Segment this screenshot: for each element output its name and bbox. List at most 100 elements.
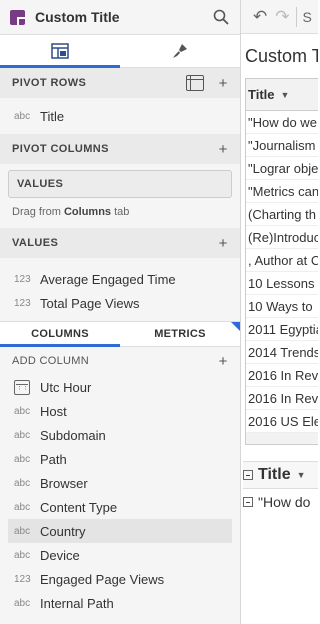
values-label: VALUES	[12, 237, 59, 249]
column-name: Path	[40, 451, 67, 467]
type-badge: abc	[14, 405, 31, 417]
table-row[interactable]: "How do we	[246, 111, 318, 134]
table-row[interactable]: 2016 In Rev	[246, 387, 318, 410]
column-name: Engaged Page Views	[40, 571, 165, 587]
column-name: Subdomain	[40, 427, 106, 443]
worksheet-title[interactable]: Custom T	[241, 34, 318, 78]
table-row[interactable]: , Author at C	[246, 249, 318, 272]
column-item-device[interactable]: abc Device	[0, 543, 240, 567]
column-name: Country	[40, 523, 86, 539]
panel-corner-marker	[231, 322, 240, 331]
column-name: Title	[40, 108, 65, 124]
table-row[interactable]: "Metrics can	[246, 180, 318, 203]
type-badge: 123	[14, 297, 31, 309]
pivot-table-icon[interactable]	[186, 75, 204, 91]
values-header: VALUES +	[0, 228, 240, 258]
table-row[interactable]: "Journalism	[246, 134, 318, 157]
workbook-logo-icon	[10, 9, 25, 25]
pivot-row-item-title[interactable]: abc Title	[0, 104, 240, 128]
columns-metrics-tabs: COLUMNS METRICS	[0, 321, 240, 347]
caret-down-icon[interactable]: ▼	[297, 470, 306, 480]
calendar-icon	[14, 379, 30, 395]
toolbar-divider	[295, 6, 297, 27]
panel-header: Custom Title	[0, 0, 240, 34]
type-badge: abc	[14, 597, 31, 609]
add-column-label: ADD COLUMN	[12, 355, 89, 367]
column-name: Device	[40, 547, 80, 563]
left-panel: Custom Title PIVOT ROWS + abc Title PIVO…	[0, 0, 241, 624]
pivot-row-label: "How do	[258, 494, 311, 510]
add-pivot-row-button[interactable]: +	[216, 75, 230, 92]
column-item-host[interactable]: abc Host	[0, 399, 240, 423]
column-item-internal-path[interactable]: abc Internal Path	[0, 591, 240, 615]
table-row[interactable]: 2014 Trends	[246, 341, 318, 364]
caret-down-icon[interactable]: ▼	[281, 90, 290, 100]
column-item-subdomain[interactable]: abc Subdomain	[0, 423, 240, 447]
tab-format[interactable]	[120, 35, 240, 67]
pivot-header[interactable]: Title ▼	[243, 461, 318, 489]
table-row[interactable]: "Lograr obje	[246, 157, 318, 180]
table-row[interactable]: 2011 Egyptia	[246, 318, 318, 341]
values-list: 123 Average Engaged Time 123 Total Page …	[0, 258, 240, 321]
table-row[interactable]: (Re)Introduc	[246, 226, 318, 249]
column-list: Utc Hour abc Host abc Subdomain abc Path…	[0, 375, 240, 615]
column-item-country[interactable]: abc Country	[8, 519, 232, 543]
type-badge: abc	[14, 429, 31, 441]
undo-icon[interactable]: ↶	[253, 7, 267, 27]
table-header-title[interactable]: Title ▼	[246, 79, 318, 111]
value-item-total-page-views[interactable]: 123 Total Page Views	[0, 291, 240, 315]
type-badge: abc	[14, 110, 31, 122]
pivot-header-label: Title	[258, 466, 291, 483]
type-badge: abc	[14, 501, 31, 513]
column-item-browser[interactable]: abc Browser	[0, 471, 240, 495]
column-name: Content Type	[40, 499, 118, 515]
type-badge: abc	[14, 477, 31, 489]
type-badge: abc	[14, 549, 31, 561]
tab-columns[interactable]: COLUMNS	[0, 322, 120, 347]
column-name: Internal Path	[40, 595, 114, 611]
search-icon[interactable]	[212, 8, 230, 26]
column-item-path[interactable]: abc Path	[0, 447, 240, 471]
page-title[interactable]: Custom Title	[35, 9, 212, 25]
paint-brush-icon	[173, 44, 187, 58]
type-badge: 123	[14, 573, 31, 585]
column-name: Browser	[40, 475, 88, 491]
table-row[interactable]: 10 Ways to	[246, 295, 318, 318]
tab-data[interactable]	[0, 35, 120, 68]
column-item-engaged-page-views[interactable]: 123 Engaged Page Views	[0, 567, 240, 591]
add-column-row: ADD COLUMN +	[0, 347, 240, 375]
collapse-icon[interactable]	[243, 497, 253, 507]
type-badge: 123	[14, 273, 31, 285]
pivot-rows-label: PIVOT ROWS	[12, 77, 87, 89]
worksheet-toolbar: ↶ ↷ S	[241, 0, 318, 34]
column-item-content-type[interactable]: abc Content Type	[0, 495, 240, 519]
column-item-utc-hour[interactable]: Utc Hour	[0, 375, 240, 399]
pivot-rows-header: PIVOT ROWS +	[0, 68, 240, 98]
pivot-columns-label: PIVOT COLUMNS	[12, 143, 109, 155]
column-name: Total Page Views	[40, 295, 140, 311]
table-row[interactable]: 2016 In Rev	[246, 364, 318, 387]
pivot-row[interactable]: "How do	[243, 489, 318, 515]
toolbar-overflow[interactable]: S	[303, 9, 312, 25]
table-row[interactable]: 10 Lessons	[246, 272, 318, 295]
table-row[interactable]: (Charting th	[246, 203, 318, 226]
values-drop-zone[interactable]: VALUES	[8, 170, 232, 198]
type-badge: abc	[14, 525, 31, 537]
add-pivot-column-button[interactable]: +	[216, 141, 230, 158]
collapse-icon[interactable]	[243, 470, 253, 480]
table-properties-icon	[51, 43, 69, 59]
drop-hint: Drag from Columns tab	[12, 206, 130, 218]
column-name: Host	[40, 403, 67, 419]
redo-icon[interactable]: ↷	[275, 7, 289, 27]
value-item-average-engaged-time[interactable]: 123 Average Engaged Time	[0, 267, 240, 291]
type-badge: abc	[14, 453, 31, 465]
data-table: Title ▼ "How do we "Journalism "Lograr o…	[245, 78, 318, 445]
tab-metrics[interactable]: METRICS	[120, 322, 240, 346]
table-row[interactable]: 2016 US Ele	[246, 410, 318, 433]
column-header-label: Title	[248, 87, 275, 102]
add-value-button[interactable]: +	[216, 235, 230, 252]
pivot-rows-list: abc Title	[0, 98, 240, 134]
panel-tabs	[0, 34, 240, 68]
add-column-button[interactable]: +	[216, 353, 230, 370]
column-name: Utc Hour	[40, 379, 92, 395]
